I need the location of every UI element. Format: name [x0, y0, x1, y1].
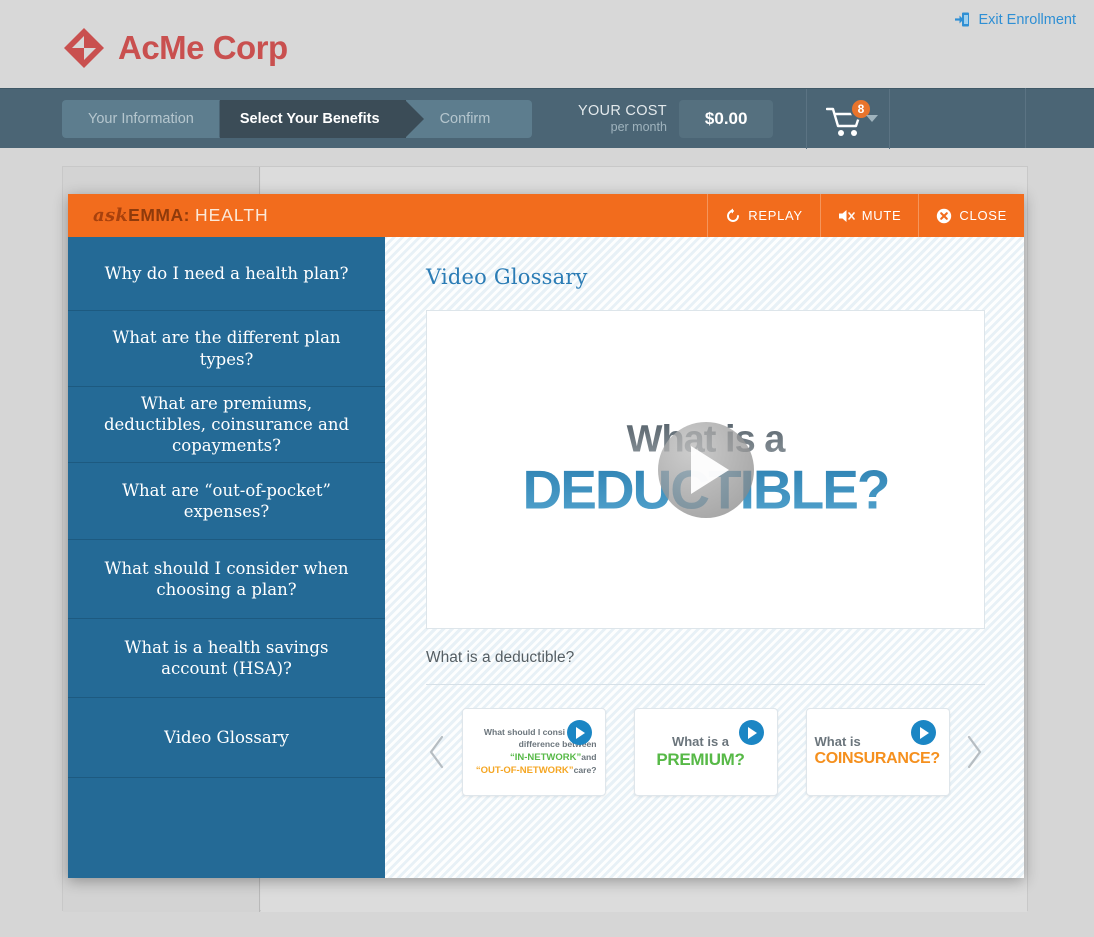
- thumb-big-label: COINSURANCE?: [814, 750, 941, 768]
- step-label: Confirm: [439, 111, 491, 127]
- thumb-line-4b: care?: [573, 765, 597, 776]
- sidebar-item-label: What is a health savings account (HSA)?: [124, 637, 329, 678]
- navbar-divider: [1025, 88, 1026, 148]
- chevron-right-icon: [967, 735, 982, 769]
- thumb-line-4a: “OUT-OF-NETWORK”: [475, 765, 574, 777]
- thumbnail-coinsurance[interactable]: What is COINSURANCE?: [805, 708, 950, 796]
- carousel-thumbnails: What should I consi difference between “…: [461, 708, 950, 796]
- progress-navbar: Your Information Select Your Benefits Co…: [0, 88, 1094, 149]
- play-button-icon[interactable]: [910, 720, 936, 745]
- modal-title-emma: EMMA: [128, 205, 184, 225]
- sidebar-item-label: What are premiums, deductibles, coinsura…: [103, 393, 350, 456]
- play-triangle: [576, 726, 585, 739]
- sidebar-item-out-of-pocket[interactable]: What are “out-of-pocket” expenses?: [68, 463, 385, 540]
- brand-bar: AcMe Corp Exit Enrollment: [0, 0, 1094, 88]
- step-label: Select Your Benefits: [239, 111, 380, 127]
- cost-title: YOUR COST: [578, 103, 667, 120]
- replay-label: REPLAY: [748, 208, 803, 223]
- video-caption: What is a deductible?: [426, 649, 575, 666]
- modal-title-ask: ask: [93, 205, 129, 226]
- modal-title-health: HEALTH: [194, 205, 269, 225]
- sidebar-item-premiums-deductibles[interactable]: What are premiums, deductibles, coinsura…: [68, 387, 385, 463]
- sidebar-item-hsa[interactable]: What is a health savings account (HSA)?: [68, 619, 385, 698]
- cost-amount: $0.00: [678, 100, 774, 138]
- modal-title: askEMMA: HEALTH: [93, 205, 269, 226]
- cart-dropdown-caret-icon[interactable]: [866, 115, 878, 122]
- carousel-prev-button[interactable]: [426, 732, 448, 772]
- modal-sidebar: Why do I need a health plan? What are th…: [68, 237, 403, 878]
- play-button-icon[interactable]: [657, 421, 754, 518]
- video-player[interactable]: What is a DEDUCTIBLE?: [426, 310, 985, 629]
- your-cost-block: YOUR COST per month $0.00: [578, 89, 774, 149]
- thumb-line-3a: “IN-NETWORK”: [509, 751, 582, 763]
- modal-content: Video Glossary What is a DEDUCTIBLE? Wha…: [385, 237, 1024, 878]
- mute-button[interactable]: MUTE: [819, 194, 919, 237]
- step-confirm[interactable]: Confirm: [406, 100, 533, 138]
- cost-subtitle: per month: [610, 120, 667, 135]
- sidebar-item-label: Video Glossary: [164, 727, 289, 747]
- enrollment-steps: Your Information Select Your Benefits Co…: [62, 100, 533, 138]
- modal-header: askEMMA: HEALTH REPLAY MUTE CLOSE: [68, 194, 1024, 237]
- play-triangle: [748, 726, 757, 739]
- thumbnail-network[interactable]: What should I consi difference between “…: [461, 708, 606, 796]
- modal-body: Why do I need a health plan? What are th…: [68, 237, 1024, 878]
- sidebar-item-plan-types[interactable]: What are the different plan types?: [68, 311, 385, 387]
- chevron-left-icon: [429, 735, 444, 769]
- modal-title-colon: :: [183, 205, 190, 225]
- diamond-logo-icon: [64, 28, 104, 68]
- mute-label: MUTE: [861, 208, 902, 223]
- exit-door-icon: [955, 12, 970, 27]
- carousel-next-button[interactable]: [963, 732, 985, 772]
- close-circle-x-icon: [937, 208, 952, 223]
- content-title: Video Glossary: [426, 265, 588, 289]
- sidebar-item-label: What are the different plan types?: [112, 328, 341, 369]
- cart-inner: 8: [826, 98, 872, 136]
- brand-logo[interactable]: AcMe Corp: [62, 26, 288, 70]
- sidebar-item-video-glossary[interactable]: Video Glossary: [68, 698, 403, 778]
- modal-header-buttons: REPLAY MUTE CLOSE: [707, 194, 1024, 237]
- sidebar-item-label: Why do I need a health plan?: [104, 263, 349, 283]
- sidebar-item-label: What should I consider when choosing a p…: [104, 558, 349, 599]
- app-root: AcMe Corp Exit Enrollment Your Informati…: [0, 0, 1094, 937]
- speaker-mute-icon: [838, 209, 855, 222]
- askemma-modal: askEMMA: HEALTH REPLAY MUTE CLOSE Why do…: [68, 194, 1024, 878]
- replay-circular-arrow-icon: [727, 208, 740, 222]
- close-button[interactable]: CLOSE: [918, 194, 1024, 237]
- brand-name: AcMe Corp: [118, 29, 288, 66]
- sidebar-item-why-health-plan[interactable]: Why do I need a health plan?: [68, 237, 385, 311]
- video-carousel: What should I consi difference between “…: [426, 702, 985, 802]
- exit-enrollment-link[interactable]: Exit Enrollment: [954, 11, 1076, 28]
- content-divider: [426, 684, 985, 685]
- sidebar-item-label: What are “out-of-pocket” expenses?: [122, 480, 331, 521]
- thumb-line-3b: and: [581, 751, 597, 762]
- play-button-icon[interactable]: [566, 720, 592, 745]
- thumb-big-label: PREMIUM?: [656, 749, 745, 769]
- replay-button[interactable]: REPLAY: [707, 194, 820, 237]
- close-label: CLOSE: [959, 208, 1007, 223]
- step-label: Your Information: [88, 111, 194, 127]
- step-select-your-benefits[interactable]: Select Your Benefits: [219, 100, 424, 138]
- step-chevron-icon: [404, 100, 424, 138]
- exit-enrollment-label: Exit Enrollment: [978, 11, 1076, 28]
- cost-labels: YOUR COST per month: [578, 103, 667, 134]
- play-triangle: [690, 445, 729, 494]
- play-triangle: [920, 726, 929, 739]
- sidebar-item-choosing-a-plan[interactable]: What should I consider when choosing a p…: [68, 540, 385, 619]
- play-button-icon[interactable]: [738, 720, 764, 745]
- step-your-information[interactable]: Your Information: [62, 100, 238, 138]
- thumbnail-premium[interactable]: What is a PREMIUM?: [633, 708, 778, 796]
